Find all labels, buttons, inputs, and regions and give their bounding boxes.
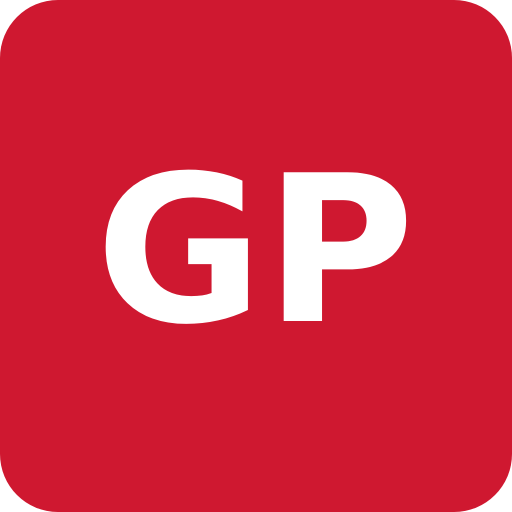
- monogram-text: GP: [95, 133, 417, 370]
- app-icon: GP: [0, 0, 512, 512]
